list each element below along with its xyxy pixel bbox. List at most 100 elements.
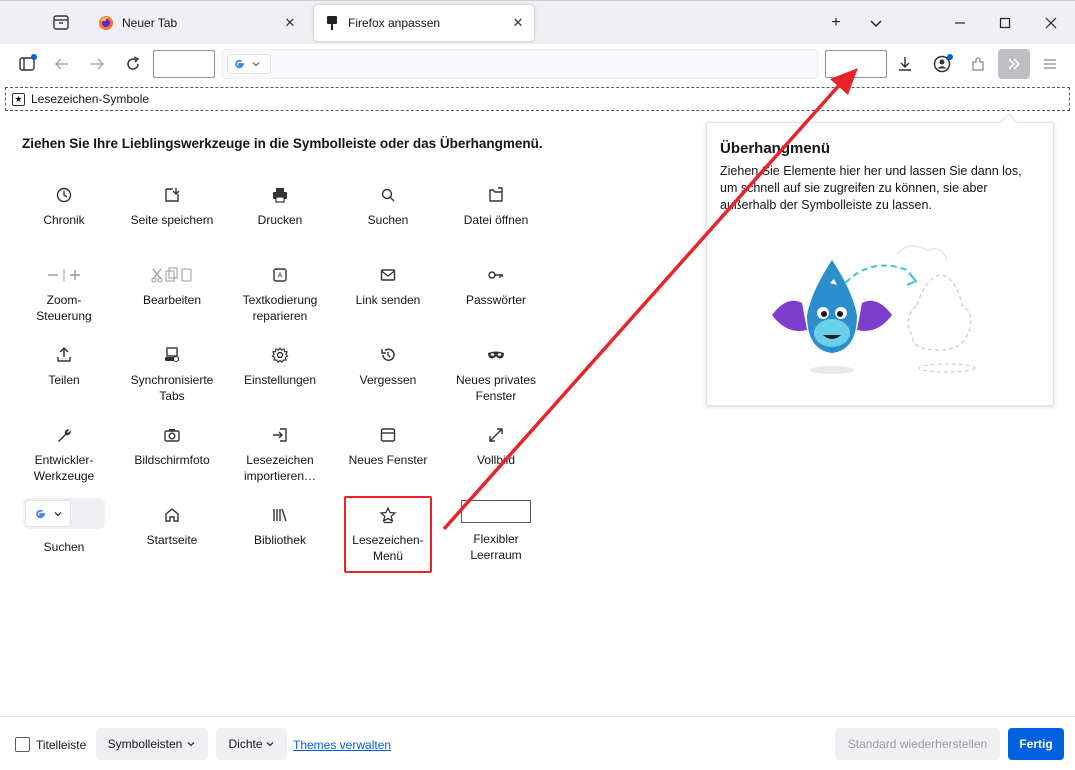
fullscreen-icon <box>442 424 550 446</box>
density-dropdown-button[interactable]: Dichte <box>216 728 287 760</box>
palette-item-label: Chronik <box>43 213 85 227</box>
palette-item-new-window[interactable]: Neues Fenster <box>334 424 442 468</box>
palette-item-search-bar[interactable]: Suchen <box>10 498 118 555</box>
palette-item-label: Seite speichern <box>130 213 214 227</box>
extensions-icon[interactable] <box>967 53 989 75</box>
palette-item-flexible-space[interactable]: Flexibler Leerraum <box>442 500 550 563</box>
bookmark-star-icon: ★ <box>12 92 25 106</box>
url-bar[interactable] <box>222 49 818 79</box>
reload-icon[interactable] <box>122 53 144 75</box>
palette-item-label: Entwickler- Werkzeuge <box>33 453 95 483</box>
palette-item-label: Drucken <box>257 213 303 227</box>
window-icon <box>334 424 442 446</box>
chevron-down-icon[interactable] <box>866 13 886 33</box>
clock-icon <box>10 184 118 206</box>
back-arrow-icon[interactable] <box>51 53 73 75</box>
firefox-icon <box>98 15 114 31</box>
palette-item-zoom[interactable]: Zoom- Steuerung <box>10 264 118 324</box>
maximize-icon[interactable] <box>995 13 1015 33</box>
wrench-icon <box>10 424 118 446</box>
paintbrush-icon <box>324 15 340 31</box>
flexible-space-placeholder[interactable] <box>153 50 215 78</box>
search-engine-widget <box>23 498 105 529</box>
close-tab-icon[interactable]: ✕ <box>510 15 526 31</box>
overflow-panel-text: Ziehen Sie Elemente hier her und lassen … <box>720 164 1022 212</box>
forward-arrow-icon[interactable] <box>86 53 108 75</box>
palette-item-text-encoding[interactable]: A Textkodierung reparieren <box>226 264 334 324</box>
double-chevron-right-icon <box>1005 55 1023 73</box>
titlebar-checkbox[interactable] <box>15 737 30 752</box>
bookmarks-toolbar[interactable]: ★ Lesezeichen-Symbole <box>5 87 1070 111</box>
overflow-panel[interactable]: Überhangmenü Ziehen Sie Elemente hier he… <box>706 113 1054 406</box>
palette-item-open-file[interactable]: Datei öffnen <box>442 184 550 228</box>
minimize-icon[interactable] <box>950 13 970 33</box>
tab-customize[interactable]: Firefox anpassen ✕ <box>314 5 534 41</box>
overflow-placeholder[interactable] <box>825 50 887 78</box>
palette-item-label: Bildschirmfoto <box>134 453 210 467</box>
palette-item-developer-tools[interactable]: Entwickler- Werkzeuge <box>10 424 118 484</box>
palette-item-synced-tabs[interactable]: Synchronisierte Tabs <box>118 344 226 404</box>
dragon-illustration-icon <box>767 235 1007 385</box>
palette-item-label: Bearbeiten <box>142 293 202 307</box>
zoom-icon <box>10 264 118 286</box>
palette-item-forget[interactable]: Vergessen <box>334 344 442 388</box>
google-g-icon <box>34 508 46 520</box>
palette-item-screenshot[interactable]: Bildschirmfoto <box>118 424 226 468</box>
done-button[interactable]: Fertig <box>1008 728 1064 760</box>
palette-item-label: Neues Fenster <box>348 453 428 467</box>
palette-item-print[interactable]: Drucken <box>226 184 334 228</box>
hamburger-menu-icon[interactable] <box>1039 53 1061 75</box>
save-page-icon <box>118 184 226 206</box>
palette-item-email-link[interactable]: Link senden <box>334 264 442 308</box>
key-icon <box>442 264 550 286</box>
library-icon <box>226 504 334 526</box>
palette-item-label: Bibliothek <box>253 533 307 547</box>
overflow-menu-button[interactable] <box>998 49 1030 79</box>
palette-item-save-page[interactable]: Seite speichern <box>118 184 226 228</box>
panel-arrow <box>1000 113 1018 131</box>
palette-item-private-window[interactable]: Neues privates Fenster <box>442 344 550 404</box>
close-tab-icon[interactable]: ✕ <box>282 15 298 31</box>
palette-item-label: Vollbild <box>476 453 516 467</box>
toolbars-dropdown-button[interactable]: Symbolleisten <box>96 728 208 760</box>
restore-defaults-button[interactable]: Standard wiederherstellen <box>835 728 1000 760</box>
overflow-panel-title: Überhangmenü <box>720 140 831 157</box>
flexible-space-icon <box>461 500 531 523</box>
palette-item-label: Lesezeichen importieren… <box>243 453 317 483</box>
palette-item-label: Suchen <box>43 540 85 554</box>
close-window-icon[interactable] <box>1041 13 1061 33</box>
palette-item-fullscreen[interactable]: Vollbild <box>442 424 550 468</box>
palette-item-find[interactable]: Suchen <box>334 184 442 228</box>
home-icon <box>118 504 226 526</box>
palette-item-label: Synchronisierte Tabs <box>130 373 214 403</box>
toolbars-label: Symbolleisten <box>107 737 183 751</box>
palette-heading: Ziehen Sie Ihre Lieblingswerkzeuge in di… <box>22 136 543 151</box>
palette-item-edit[interactable]: Bearbeiten <box>118 264 226 308</box>
highlight-box <box>344 496 432 573</box>
new-tab-icon[interactable]: + <box>826 13 846 33</box>
search-engine-button[interactable] <box>227 54 271 74</box>
account-icon[interactable] <box>931 53 953 75</box>
text-encoding-icon: A <box>226 264 334 286</box>
tab-overview-button[interactable] <box>50 13 72 33</box>
palette-item-library[interactable]: Bibliothek <box>226 504 334 548</box>
private-mask-icon <box>442 344 550 366</box>
sidebar-icon[interactable] <box>16 53 38 75</box>
tab-label: Firefox anpassen <box>348 16 441 30</box>
palette-item-share[interactable]: Teilen <box>10 344 118 388</box>
mail-icon <box>334 264 442 286</box>
palette-item-import-bookmarks[interactable]: Lesezeichen importieren… <box>226 424 334 484</box>
chevron-down-icon <box>53 509 63 519</box>
edit-icon <box>118 264 226 286</box>
palette-item-label: Textkodierung reparieren <box>242 293 318 323</box>
download-icon[interactable] <box>894 53 916 75</box>
forget-icon <box>334 344 442 366</box>
manage-themes-link[interactable]: Themes verwalten <box>293 738 391 752</box>
palette-item-home[interactable]: Startseite <box>118 504 226 548</box>
palette-item-settings[interactable]: Einstellungen <box>226 344 334 388</box>
palette-item-label: Suchen <box>367 213 409 227</box>
palette-item-passwords[interactable]: Passwörter <box>442 264 550 308</box>
bookmarks-toolbar-label: Lesezeichen-Symbole <box>31 92 150 106</box>
tab-new-tab[interactable]: Neuer Tab ✕ <box>88 5 306 41</box>
palette-item-history[interactable]: Chronik <box>10 184 118 228</box>
